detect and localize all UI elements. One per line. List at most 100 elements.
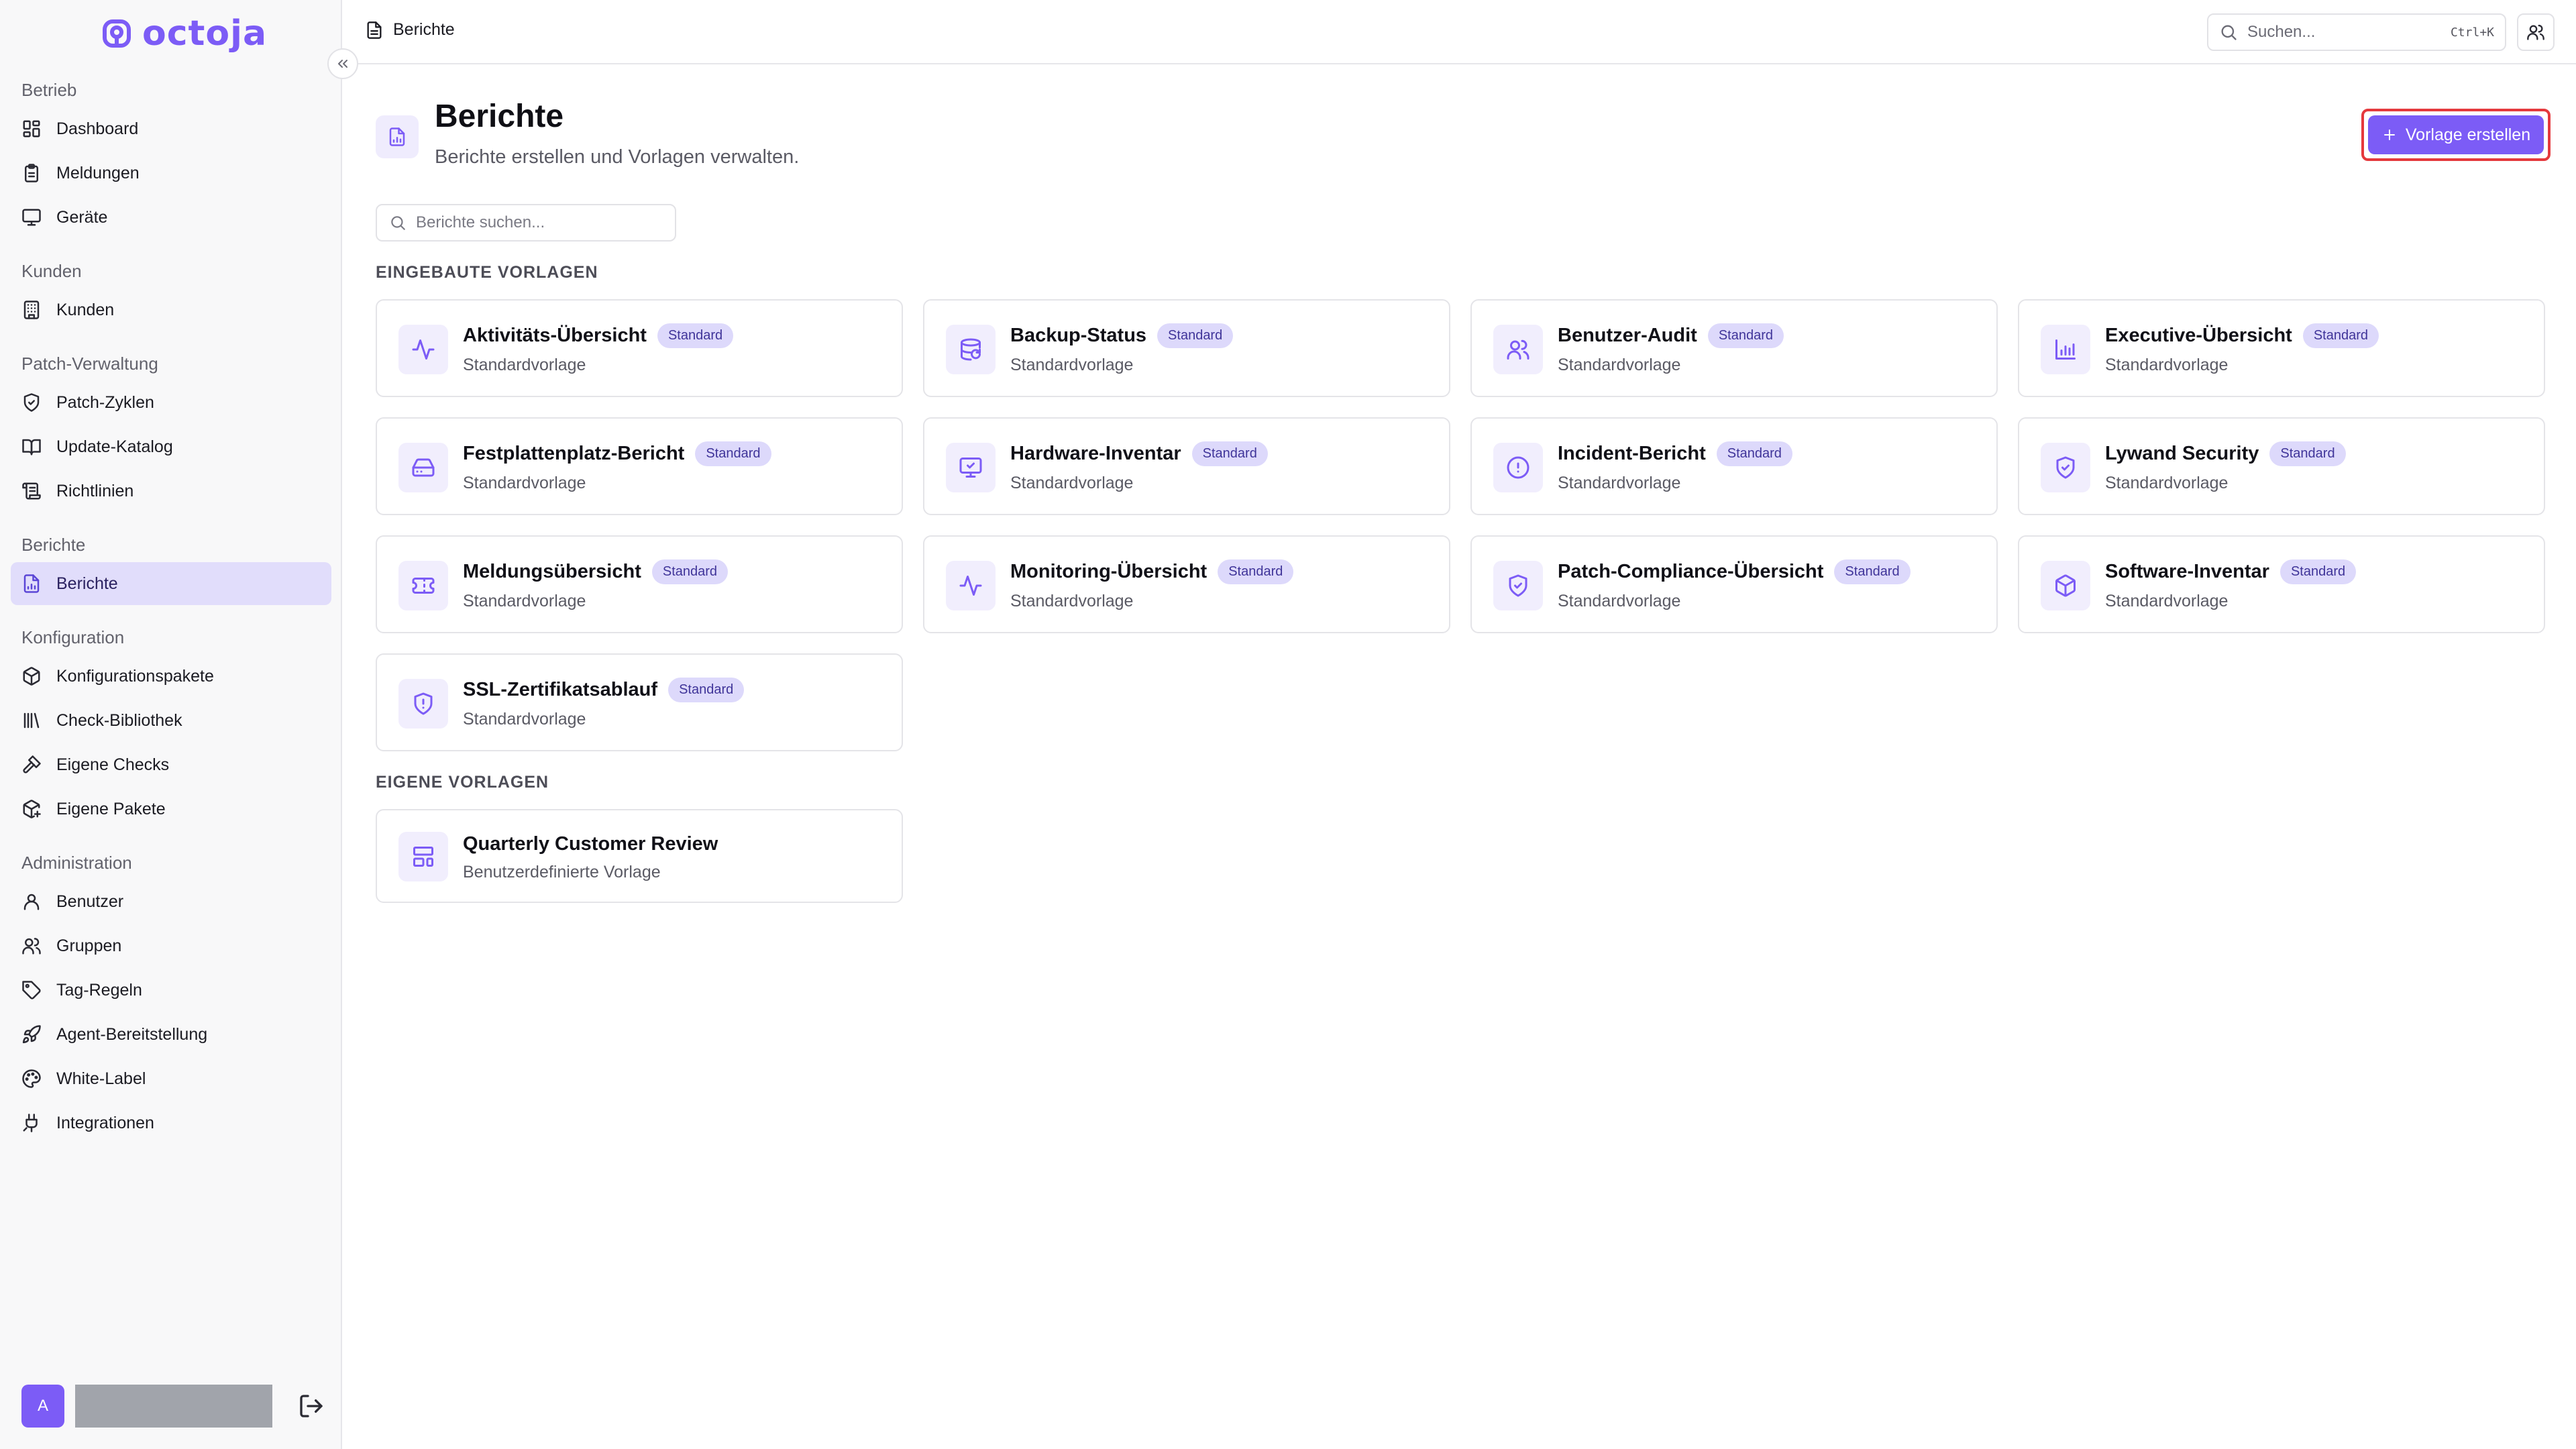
template-subtitle: Standardvorlage xyxy=(463,710,586,729)
sidebar-item-benutzer[interactable]: Benutzer xyxy=(11,880,331,923)
template-card-aktivitats-ubersicht[interactable]: Aktivitäts-Übersicht Standard Standardvorl… xyxy=(376,299,903,397)
template-subtitle: Standardvorlage xyxy=(1558,474,1681,492)
template-title-row: Hardware-Inventar Standard xyxy=(1010,441,1268,466)
template-subtitle: Standardvorlage xyxy=(1010,592,1134,610)
template-card-ssl-zertifikatsablauf[interactable]: SSL-Zertifikatsablauf Standard Standardvor… xyxy=(376,653,903,751)
sidebar-item-berichte[interactable]: Berichte xyxy=(11,562,331,605)
sidebar-item-integrationen[interactable]: Integrationen xyxy=(11,1102,331,1144)
sidebar-item-eigene-checks[interactable]: Eigene Checks xyxy=(11,743,331,786)
nav-section-title: Patch-Verwaltung xyxy=(21,354,158,374)
sidebar-item-label: Richtlinien xyxy=(56,481,134,500)
standard-badge: Standard xyxy=(651,559,729,584)
nav-section-kunden: Kunden Kunden xyxy=(11,254,331,331)
dashboard-icon xyxy=(21,119,42,139)
plug-icon xyxy=(21,1113,42,1133)
package-plus-icon xyxy=(21,799,42,819)
sidebar-item-label: Gruppen xyxy=(56,936,122,955)
sidebar-item-white-label[interactable]: White-Label xyxy=(11,1057,331,1100)
file-chart-icon xyxy=(387,127,407,147)
builtin-templates-grid: Aktivitäts-Übersicht Standard Standardvorl… xyxy=(376,299,2545,751)
plus-icon xyxy=(2381,127,2398,143)
breadcrumb-label[interactable]: Berichte xyxy=(393,20,455,40)
template-icon-box xyxy=(1493,325,1543,374)
palette-icon xyxy=(21,1069,42,1089)
sidebar-item-label: White-Label xyxy=(56,1069,146,1088)
template-card-monitoring-ubersicht[interactable]: Monitoring-Übersicht Standard Standardvorl… xyxy=(923,535,1450,633)
template-title-row: Quarterly Customer Review xyxy=(463,833,718,855)
template-title: Benutzer-Audit xyxy=(1558,325,1697,346)
template-card-patch-compliance-ubersicht[interactable]: Patch-Compliance-Übersicht Standard Standa… xyxy=(1470,535,1998,633)
template-card-festplattenplatz-bericht[interactable]: Festplattenplatz-Bericht Standard Standard… xyxy=(376,417,903,515)
standard-badge: Standard xyxy=(1716,441,1792,466)
shield-check-icon xyxy=(1506,574,1530,598)
template-card-meldungsubersicht[interactable]: Meldungsübersicht Standard Standardvorlage xyxy=(376,535,903,633)
sidebar-item-label: Update-Katalog xyxy=(56,437,173,456)
template-title: SSL-Zertifikatsablauf xyxy=(463,679,658,700)
standard-badge: Standard xyxy=(657,323,734,348)
sidebar-item-agent-bereitstellung[interactable]: Agent-Bereitstellung xyxy=(11,1013,331,1056)
template-card-lywand-security[interactable]: Lywand Security Standard Standardvorlage xyxy=(2018,417,2545,515)
app-logo[interactable]: octoja xyxy=(101,13,267,54)
users-icon xyxy=(21,936,42,956)
custom-templates-grid: Quarterly Customer Review Benutzerdefinie… xyxy=(376,809,2545,903)
topbar: Berichte Suchen... Ctrl+K xyxy=(343,0,2576,64)
template-card-incident-bericht[interactable]: Incident-Bericht Standard Standardvorlage xyxy=(1470,417,1998,515)
template-title: Patch-Compliance-Übersicht xyxy=(1558,561,1824,582)
library-icon xyxy=(21,710,42,731)
sidebar-item-label: Geräte xyxy=(56,207,108,227)
template-card-benutzer-audit[interactable]: Benutzer-Audit Standard Standardvorlage xyxy=(1470,299,1998,397)
nav-section-administration: Administration Benutzer Gruppen Tag-Regeln A… xyxy=(11,845,331,1144)
sidebar-item-label: Benutzer xyxy=(56,892,124,911)
standard-badge: Standard xyxy=(1157,323,1234,348)
sidebar-item-check-bibliothek[interactable]: Check-Bibliothek xyxy=(11,699,331,742)
user-menu-button[interactable] xyxy=(2517,13,2555,51)
template-card-software-inventar[interactable]: Software-Inventar Standard Standardvorlage xyxy=(2018,535,2545,633)
global-search-input[interactable]: Suchen... Ctrl+K xyxy=(2207,13,2506,51)
template-icon-box xyxy=(398,561,448,610)
template-subtitle: Standardvorlage xyxy=(1010,356,1134,374)
standard-badge: Standard xyxy=(1707,323,1784,348)
create-template-label: Vorlage erstellen xyxy=(2405,125,2531,144)
page-subtitle: Berichte erstellen und Vorlagen verwalte… xyxy=(435,146,800,168)
report-search-input[interactable]: Berichte suchen... xyxy=(376,204,676,241)
template-card-backup-status[interactable]: Backup-Status Standard Standardvorlage xyxy=(923,299,1450,397)
ticket-icon xyxy=(411,574,435,598)
sidebar-item-label: Integrationen xyxy=(56,1113,154,1132)
sidebar-item-dashboard[interactable]: Dashboard xyxy=(11,107,331,150)
logout-icon[interactable] xyxy=(298,1393,325,1419)
sidebar-item-kunden[interactable]: Kunden xyxy=(11,288,331,331)
template-title: Backup-Status xyxy=(1010,325,1147,346)
template-icon-box xyxy=(1493,443,1543,492)
template-icon-box xyxy=(1493,561,1543,610)
monitor-check-icon xyxy=(959,455,983,480)
template-card-quarterly-customer-review[interactable]: Quarterly Customer Review Benutzerdefinie… xyxy=(376,809,903,903)
template-subtitle: Standardvorlage xyxy=(463,356,586,374)
sidebar-item-konfigurationspakete[interactable]: Konfigurationspakete xyxy=(11,655,331,698)
sidebar-item-patch-zyklen[interactable]: Patch-Zyklen xyxy=(11,381,331,424)
sidebar-nav: Betrieb Dashboard Meldungen Geräte Kunden Kun… xyxy=(11,72,331,1159)
avatar[interactable]: A xyxy=(21,1385,64,1428)
template-title-row: Aktivitäts-Übersicht Standard xyxy=(463,323,734,348)
sidebar-item-gerate[interactable]: Geräte xyxy=(11,196,331,239)
sidebar-item-tag-regeln[interactable]: Tag-Regeln xyxy=(11,969,331,1012)
create-template-button[interactable]: Vorlage erstellen xyxy=(2368,115,2544,154)
sidebar-item-gruppen[interactable]: Gruppen xyxy=(11,924,331,967)
search-shortcut: Ctrl+K xyxy=(2450,25,2494,40)
template-card-hardware-inventar[interactable]: Hardware-Inventar Standard Standardvorlage xyxy=(923,417,1450,515)
sidebar-item-meldungen[interactable]: Meldungen xyxy=(11,152,331,195)
template-icon-box xyxy=(398,443,448,492)
scroll-icon xyxy=(21,481,42,501)
sidebar-item-label: Patch-Zyklen xyxy=(56,392,154,412)
users-icon xyxy=(1506,337,1530,362)
collapse-sidebar-button[interactable] xyxy=(327,48,358,79)
nav-section-betrieb: Betrieb Dashboard Meldungen Geräte xyxy=(11,72,331,239)
user-icon xyxy=(21,892,42,912)
layout-icon xyxy=(411,845,435,869)
alert-circle-icon xyxy=(1506,455,1530,480)
sidebar-item-richtlinien[interactable]: Richtlinien xyxy=(11,470,331,513)
template-subtitle: Standardvorlage xyxy=(2105,592,2229,610)
sidebar-item-update-katalog[interactable]: Update-Katalog xyxy=(11,425,331,468)
standard-badge: Standard xyxy=(668,678,745,702)
template-card-executive-ubersicht[interactable]: Executive-Übersicht Standard Standardvorla… xyxy=(2018,299,2545,397)
sidebar-item-eigene-pakete[interactable]: Eigene Pakete xyxy=(11,788,331,830)
